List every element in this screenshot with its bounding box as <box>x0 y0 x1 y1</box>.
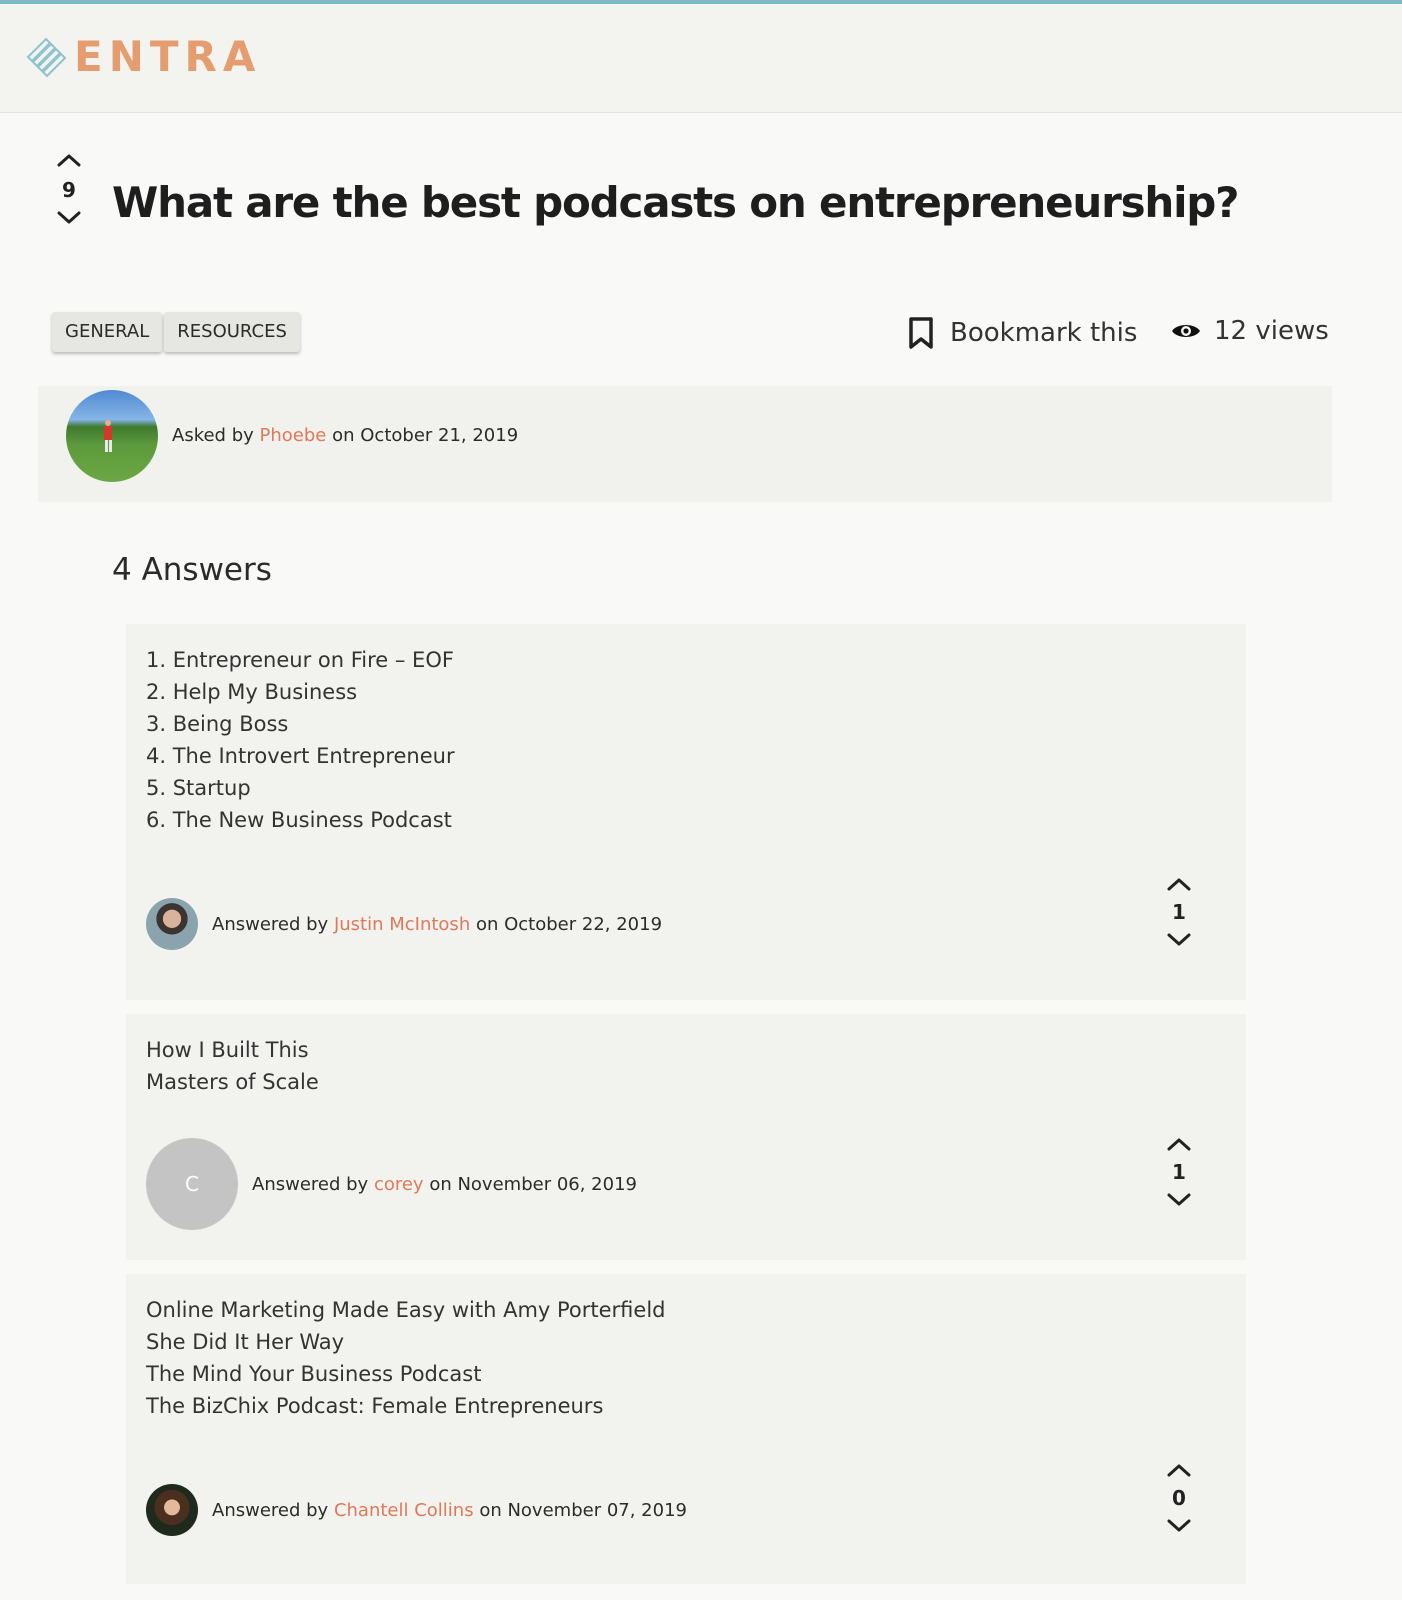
top-bar: ENTRA <box>0 0 1402 113</box>
answer-meta: Answered by Justin McIntosh on October 2… <box>212 914 662 935</box>
answer-vote-widget: 1 <box>1162 876 1196 948</box>
answerer-link[interactable]: Chantell Collins <box>334 1500 474 1521</box>
avatar-photo <box>104 420 112 452</box>
chevron-down-icon[interactable] <box>1166 1518 1192 1534</box>
answer-body: 1. Entrepreneur on Fire – EOF 2. Help My… <box>146 644 455 836</box>
answer-line: Masters of Scale <box>146 1070 319 1094</box>
answer-vote-widget: 1 <box>1162 1136 1196 1208</box>
asked-meta: Asked by Phoebe on October 21, 2019 <box>172 425 518 446</box>
answer-vote-count: 1 <box>1172 900 1186 924</box>
answer-line: 5. Startup <box>146 776 251 800</box>
tag-list: GENERAL RESOURCES <box>52 312 300 352</box>
views-label: 12 views <box>1214 316 1329 346</box>
answer-date: on November 06, 2019 <box>429 1174 637 1195</box>
answer-line: 6. The New Business Podcast <box>146 808 452 832</box>
chevron-up-icon[interactable] <box>1166 1462 1192 1478</box>
answer-line: 4. The Introvert Entrepreneur <box>146 744 455 768</box>
answer-line: How I Built This <box>146 1038 309 1062</box>
answers-heading: 4 Answers <box>112 552 272 588</box>
answer-date: on October 22, 2019 <box>475 914 663 935</box>
answered-prefix: Answered by <box>252 1174 369 1195</box>
answered-prefix: Answered by <box>212 914 329 935</box>
answer-line: 2. Help My Business <box>146 680 358 704</box>
answer-date: on November 07, 2019 <box>479 1500 687 1521</box>
answer-meta: Answered by corey on November 06, 2019 <box>252 1174 637 1195</box>
answer-card: How I Built This Masters of Scale C Answ… <box>126 1014 1246 1260</box>
answer-line: The Mind Your Business Podcast <box>146 1362 482 1386</box>
asked-by-panel: Asked by Phoebe on October 21, 2019 <box>38 386 1332 502</box>
chevron-up-icon[interactable] <box>56 152 82 168</box>
view-count: 12 views <box>1170 316 1329 346</box>
tag-resources[interactable]: RESOURCES <box>164 312 300 352</box>
question-vote-count: 9 <box>62 178 76 202</box>
chevron-down-icon[interactable] <box>1166 1192 1192 1208</box>
logo-mark-icon <box>26 37 67 78</box>
asker-link[interactable]: Phoebe <box>260 425 327 446</box>
answer-vote-widget: 0 <box>1162 1462 1196 1534</box>
answer-line: Online Marketing Made Easy with Amy Port… <box>146 1298 666 1322</box>
answer-line: 1. Entrepreneur on Fire – EOF <box>146 648 454 672</box>
avatar[interactable] <box>146 1484 198 1536</box>
logo-text: ENTRA <box>74 31 262 81</box>
answer-meta: Answered by Chantell Collins on November… <box>212 1500 687 1521</box>
answer-card: Online Marketing Made Easy with Amy Port… <box>126 1274 1246 1584</box>
chevron-up-icon[interactable] <box>1166 876 1192 892</box>
avatar[interactable] <box>146 898 198 950</box>
chevron-down-icon[interactable] <box>56 210 82 226</box>
answerer-link[interactable]: corey <box>374 1174 424 1195</box>
answer-vote-count: 1 <box>1172 1160 1186 1184</box>
asked-date: on October 21, 2019 <box>332 425 519 446</box>
avatar[interactable] <box>66 390 158 482</box>
entra-logo[interactable]: ENTRA <box>24 31 262 81</box>
tag-general[interactable]: GENERAL <box>52 312 163 352</box>
answerer-link[interactable]: Justin McIntosh <box>334 914 470 935</box>
answered-prefix: Answered by <box>212 1500 329 1521</box>
bookmark-button[interactable]: Bookmark this <box>908 316 1137 350</box>
bookmark-label: Bookmark this <box>950 318 1138 348</box>
question-title: What are the best podcasts on entreprene… <box>112 178 1240 227</box>
chevron-up-icon[interactable] <box>1166 1136 1192 1152</box>
asked-prefix: Asked by <box>172 425 254 446</box>
question-vote-widget: 9 <box>52 152 86 226</box>
answer-card: 1. Entrepreneur on Fire – EOF 2. Help My… <box>126 624 1246 1000</box>
answer-body: Online Marketing Made Easy with Amy Port… <box>146 1294 666 1422</box>
answer-line: 3. Being Boss <box>146 712 289 736</box>
answer-line: She Did It Her Way <box>146 1330 345 1354</box>
chevron-down-icon[interactable] <box>1166 932 1192 948</box>
answer-line: The BizChix Podcast: Female Entrepreneur… <box>146 1394 604 1418</box>
eye-icon <box>1172 325 1200 337</box>
avatar[interactable]: C <box>146 1138 238 1230</box>
answer-body: How I Built This Masters of Scale <box>146 1034 319 1098</box>
bookmark-icon <box>909 317 933 349</box>
answer-vote-count: 0 <box>1172 1486 1186 1510</box>
